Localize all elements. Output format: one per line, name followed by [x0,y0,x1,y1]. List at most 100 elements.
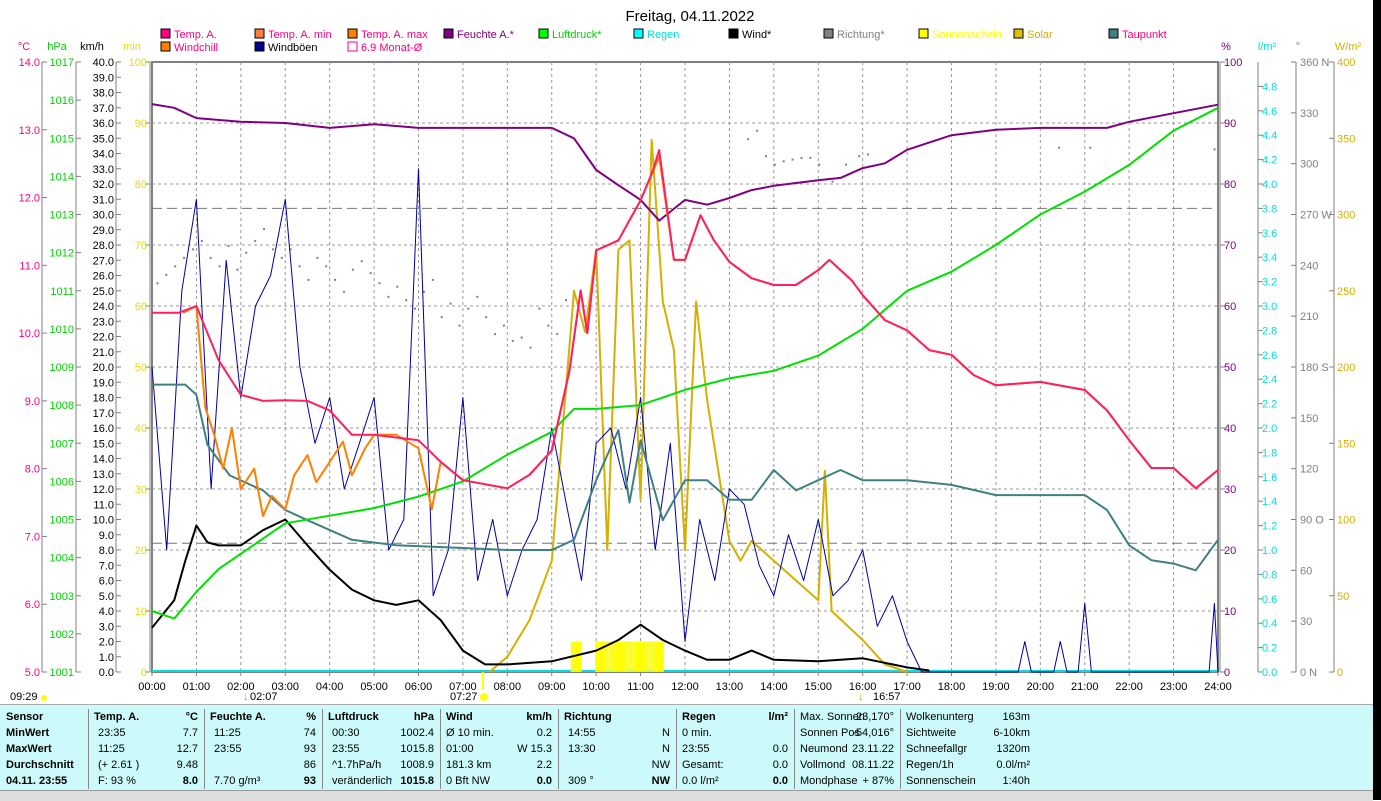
wind-tick-label: 25.0 [93,286,114,298]
direction-column-value: NW [651,759,670,771]
legend-label: Feuchte A.* [457,29,515,41]
direction-column-label: 14:55 [568,727,596,739]
humidity-column: Feuchte A.% 11:25 74 23:55 93 86 7.70 g/m³ 93 [204,709,323,789]
direction-tick-label: 30 [1300,616,1312,628]
wind-column: Wind km/h Ø 10 min. 0.2 01:00 W 15.3 181.3 km 2… [440,709,559,789]
legend-label: 6.9 Monat-Ø [361,42,423,54]
wind-tick-label: 23.0 [93,316,114,328]
sun-column-value: 23,170° [855,711,894,723]
rain-tick-label: 4.4 [1262,130,1277,142]
x-tick-label: 14:00 [760,681,788,693]
moonset-arrow-icon: ↓ [243,691,249,703]
legend-label: Richtung* [837,29,885,41]
pressure-column-header: Luftdruck [328,711,379,723]
direction-point [316,256,319,259]
wind-tick-label: 28.0 [93,240,114,252]
pressure-column-value: 1015.8 [400,743,434,755]
direction-tick-label: 60 [1300,565,1312,577]
sun_min-tick-label: 60 [135,301,147,313]
x-tick-label: 05:00 [360,681,388,693]
solar-tick-label: 200 [1337,362,1355,374]
wind-tick-label: 16.0 [93,423,114,435]
temp-column-value: 9.48 [176,759,198,771]
humidity-column-value: 93 [303,775,316,787]
rain-column-value: 0.0 [772,743,788,755]
rain-tick-label: 3.4 [1262,252,1277,264]
sensor-row-label: MaxWert [6,743,52,755]
direction-point [565,299,568,302]
wind-column-header: Wind [446,711,473,723]
legend-swatch [443,28,454,39]
temp-column-label: (+ 2.61 ) [98,759,140,771]
sun-column-label: Neumond [800,743,848,755]
direction-point [476,295,479,298]
solar-tick-label: 350 [1337,133,1355,145]
x-tick-label: 18:00 [938,681,966,693]
temp-column-value: 12.7 [176,743,198,755]
pressure-tick-label: 1005 [50,515,74,527]
temp-tick-label: 10.0 [19,328,40,340]
wind-tick-label: 11.0 [93,499,114,511]
sun_min-tick-label: 20 [135,545,147,557]
direction-point [467,307,470,310]
solar-axis-unit: W/m² [1335,41,1362,53]
direction-point [809,156,812,159]
wind-column-label: 01:00 [446,743,474,755]
wind-tick-label: 30.0 [93,210,114,222]
wind-tick-label: 5.0 [99,591,114,603]
legend-label: Windböen [268,42,318,54]
sun_min-axis-unit: min [123,41,141,53]
x-tick-label: 24:00 [1204,681,1232,693]
wind-axis-unit: km/h [80,41,104,53]
rain-tick-label: 2.2 [1262,399,1277,411]
legend-label: Temp. A. [174,29,217,41]
pressure-tick-label: 1012 [50,248,74,260]
direction-point [378,282,381,285]
rain-tick-label: 3.6 [1262,228,1277,240]
x-tick-label: 09:00 [538,681,566,693]
humidity-tick-label: 20 [1224,545,1236,557]
humidity-column-label: 23:55 [214,743,242,755]
x-tick-label: 08:00 [494,681,522,693]
wind-tick-label: 35.0 [93,133,114,145]
temp-column: Temp. A. °C 23:35 7.7 11:25 12.7 (+ 2.61 ) 9.48… [88,709,205,789]
direction-point [405,299,408,302]
sensor-column: Sensor MinWert MaxWert Durchschnitt 04.11. 2… [0,709,89,789]
direction-point [764,155,767,158]
direction-point [844,163,847,166]
rain-tick-label: 0.2 [1262,643,1277,655]
solar-tick-label: 0 [1337,667,1343,679]
wind-tick-label: 21.0 [93,347,114,359]
sun_min-tick-label: 50 [135,362,147,374]
pressure-column: Luftdruck hPa 00:30 1002.4 23:55 1015.8 ^1.7hP… [322,709,441,789]
wind-tick-label: 8.0 [99,545,114,557]
humidity-axis-unit: % [1221,41,1231,53]
direction-point [396,285,399,288]
pressure-column-value: 1002.4 [400,727,434,739]
rain-tick-label: 0.0 [1262,667,1277,679]
direction-point [342,290,345,293]
sun_min-tick-label: 40 [135,423,147,435]
temp-column-unit: °C [185,711,198,723]
rain-tick-label: 4.6 [1262,106,1277,118]
rain-tick-label: 1.4 [1262,496,1277,508]
x-tick-label: 21:00 [1071,681,1099,693]
wind-tick-label: 19.0 [93,377,114,389]
direction-point [165,273,168,276]
temp-column-header: Temp. A. [94,711,140,723]
legend-label: Windchill [174,42,218,54]
temp-tick-label: 7.0 [25,531,40,543]
wind-tick-label: 33.0 [93,164,114,176]
direction-tick-label: 210 [1300,311,1318,323]
wind-tick-label: 24.0 [93,301,114,313]
pressure-trend-arrow-icon: ↑ [388,775,394,787]
x-tick-label: 00:00 [138,681,166,693]
rain-tick-label: 0.4 [1262,618,1277,630]
pressure-tick-label: 1014 [50,171,74,183]
direction-point [547,324,550,327]
direction-point [529,346,532,349]
pressure-tick-label: 1001 [50,667,74,679]
temp-tick-label: 14.0 [19,57,40,69]
wind-column-label: 181.3 km [446,759,492,771]
misc-column-label: Sichtweite [906,727,957,739]
